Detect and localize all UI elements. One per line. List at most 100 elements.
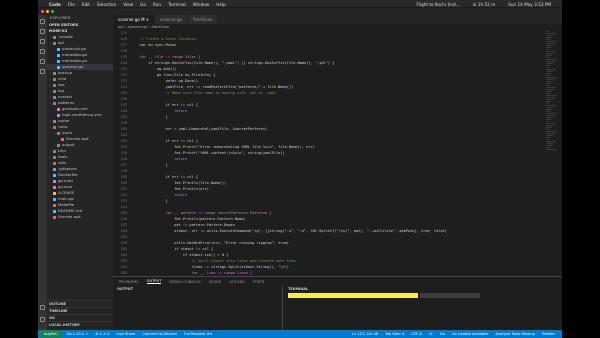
status-item[interactable]: Prettier [542,332,555,336]
gear-icon[interactable] [40,317,45,322]
status-item[interactable]: Full Request #4 [184,332,212,336]
minimap-line [546,49,549,50]
menu-window[interactable]: Window [193,2,210,7]
status-item[interactable]: Go Update Available [452,332,489,336]
code-text: if err != nil { [131,139,199,143]
minimap-line [546,77,557,78]
code-text: lines := strings.Split(stdout.String(), … [131,265,289,269]
panel-tab[interactable]: PORTS [253,280,265,284]
minimap-line [546,95,557,96]
terminal-selected-text[interactable] [288,293,418,298]
extensions-icon[interactable] [40,59,45,64]
panel-tab[interactable]: OUTPUT [146,279,162,284]
minimap-line [546,55,552,56]
file-icon [57,53,60,57]
file-tree: › .vscode › api protocols.go metadata.go metad… [47,34,113,220]
minimap-line [546,31,549,32]
run-debug-icon[interactable] [40,49,45,54]
go-section[interactable]: GO [47,314,113,320]
code-text: fmt.Println(err) [131,187,209,191]
local-history-section[interactable]: LOCAL HISTORY [47,321,113,327]
code-editor[interactable]: 125 126 // Create a mutex instance 127 var… [113,30,562,276]
minimap-line [546,59,557,60]
source-control-icon[interactable] [40,39,45,44]
code-text: for _, line := range lines { [131,271,253,275]
explorer-title: EXPLORER [50,16,71,20]
status-item[interactable]: LF [429,332,433,336]
remote-explorer-icon[interactable] [40,69,45,74]
file-icon [53,179,56,183]
folder-icon [53,161,56,165]
status-bar: bugPoC Go 1.19.2 ↗ ⊗ 0 ⚠ 0 Live Share Conne… [38,330,562,338]
panel-tab[interactable]: PROBLEMS [119,280,139,284]
minimap-line [546,93,550,94]
search-icon[interactable] [40,29,45,34]
menubar-status-0[interactable]: Flight to Kochi (Ind... [416,2,459,7]
minimap-line [546,45,553,46]
minimap-line [546,107,554,108]
panel-tab[interactable]: XCODE [209,280,222,284]
status-item[interactable]: Analysis Tools Missing [495,332,534,336]
file-icon [53,215,56,219]
file-icon [57,47,60,51]
status-item[interactable]: ⊗ 0 ⚠ 0 [95,332,109,336]
vscode-window: EXPLORER OPEN EDITORS MORE-K3 › .vscode › a… [38,7,562,338]
menu-selection[interactable]: Selection [97,2,116,7]
terminal-pane[interactable]: TERMINAL [284,286,562,331]
menu-terminal[interactable]: Terminal [168,2,186,7]
minimap-line [546,69,556,70]
account-icon[interactable] [40,305,45,310]
code-text: fmt.Printf("YAML content:\n%s\n", string… [131,151,285,155]
editor-tab[interactable]: scanner.go [155,15,188,24]
minimap-line [546,139,549,140]
minimap-line [546,129,550,130]
code-text: } [131,163,168,167]
menubar-status-2[interactable]: Sun 14 May 3:53 PM [508,2,551,7]
timeline-section[interactable]: TIMELINE [47,307,113,313]
menu-view[interactable]: View [123,2,133,7]
menu-help[interactable]: Help [216,2,226,7]
menubar-status-1[interactable]: in 1h 52 m [473,2,496,7]
folder-icon [53,95,56,99]
menu-file[interactable]: File [68,2,75,7]
output-pane[interactable]: OUTPUT [113,286,283,331]
minimap-line [546,145,552,146]
minimap[interactable] [546,30,558,276]
close-window-button[interactable] [41,10,44,13]
minimap-line [546,35,554,36]
outline-section[interactable]: OUTLINE [47,300,113,306]
file-icon [53,167,56,171]
status-item[interactable]: Go 1.19.2 ↗ [67,332,89,336]
zoom-window-button[interactable] [51,10,54,13]
status-item[interactable]: Connect to Discord [142,332,176,336]
menu-go[interactable]: Go [140,2,146,7]
code-text: err = yaml.Unmarshal(yamlFile, &secretPa… [131,127,268,131]
minimap-line [546,67,549,68]
editor-tab[interactable]: StartScan [187,15,219,24]
tree-file[interactable]: Secrets.apk [47,214,113,220]
minimap-line [546,137,551,138]
status-item[interactable]: UTF-8 [411,332,421,336]
remote-indicator[interactable]: bugPoC [40,330,62,338]
status-item[interactable]: Ln 157, Col 48 [352,332,378,336]
menu-code[interactable]: Code [49,2,61,7]
status-item[interactable]: Go [440,332,445,336]
file-icon [53,209,56,213]
code-text: } [131,199,168,203]
editor-tabs: scanner.go M × scanner.go StartScan [113,15,562,24]
minimap-line [546,115,555,116]
panel-tab[interactable]: GITLENS [229,280,244,284]
editor-tab[interactable]: scanner.go M × [113,15,156,24]
minimize-window-button[interactable] [46,10,49,13]
status-item[interactable]: Live Share [117,332,136,336]
minimap-line [546,61,555,62]
code-text: defer wg.Done() [131,79,199,83]
status-item[interactable]: Tab Size: 4 [385,332,404,336]
menu-run[interactable]: Run [153,2,161,7]
menu-edit[interactable]: Edit [82,2,90,7]
minimap-line [546,39,550,40]
minimap-line [546,113,557,114]
explorer-icon[interactable] [40,19,45,24]
minimap-line [546,119,551,120]
panel-tab[interactable]: DEBUG CONSOLE [169,280,200,284]
